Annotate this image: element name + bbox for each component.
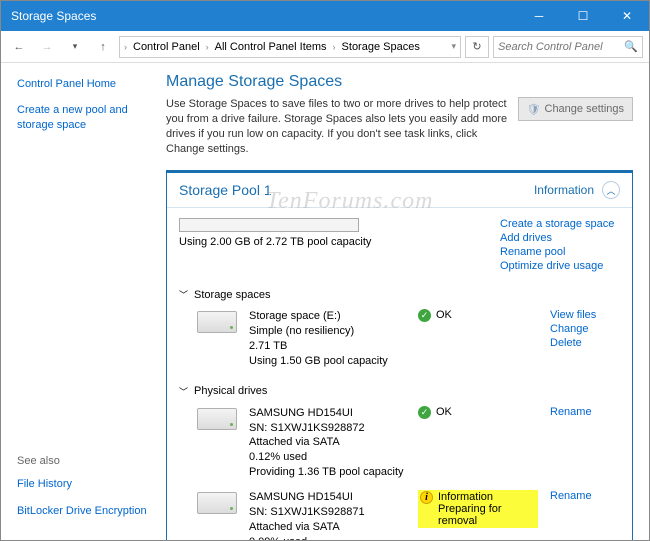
sidebar: Control Panel Home Create a new pool and… — [1, 63, 156, 540]
physical-drive-item: SAMSUNG HD154UI SN: S1XWJ1KS928871 Attac… — [179, 490, 620, 540]
recent-dropdown[interactable]: ▾ — [63, 35, 87, 59]
usage-bar — [179, 218, 359, 232]
page-heading: Manage Storage Spaces — [166, 73, 633, 91]
drive-icon — [197, 492, 237, 514]
pool-box: Storage Pool 1 Information ︿ Using 2.00 … — [166, 170, 633, 540]
bc-storage-spaces[interactable]: Storage Spaces — [338, 39, 424, 55]
breadcrumb[interactable]: › Control Panel › All Control Panel Item… — [119, 36, 461, 58]
navbar: ← → ▾ ↑ › Control Panel › All Control Pa… — [1, 31, 649, 63]
chevron-down-icon: ﹀ — [179, 385, 188, 398]
drive-icon — [197, 311, 237, 333]
forward-button: → — [35, 35, 59, 59]
info-icon: i — [420, 491, 433, 504]
drive-icon — [197, 408, 237, 430]
window-title: Storage Spaces — [1, 9, 517, 23]
pool-links: Create a storage space Add drives Rename… — [500, 218, 620, 272]
sidebar-seealso-label: See also — [17, 455, 156, 467]
collapse-icon[interactable]: ︿ — [602, 181, 620, 199]
create-space-link[interactable]: Create a storage space — [500, 218, 620, 230]
refresh-button[interactable]: ↻ — [465, 36, 489, 58]
maximize-button[interactable]: ☐ — [561, 1, 605, 31]
page-description: Use Storage Spaces to save files to two … — [166, 97, 510, 156]
bc-all-items[interactable]: All Control Panel Items — [211, 39, 331, 55]
bc-control-panel[interactable]: Control Panel — [129, 39, 204, 55]
storage-space-item: Storage space (E:) Simple (no resiliency… — [179, 309, 620, 368]
optimize-link[interactable]: Optimize drive usage — [500, 260, 620, 272]
titlebar[interactable]: Storage Spaces ─ ☐ ✕ — [1, 1, 649, 31]
shield-icon: 🛡 — [527, 103, 541, 116]
back-button[interactable]: ← — [7, 35, 31, 59]
main-content: Manage Storage Spaces Use Storage Spaces… — [156, 63, 649, 540]
section-storage-spaces[interactable]: ﹀ Storage spaces — [179, 288, 620, 301]
sidebar-create-pool[interactable]: Create a new pool and storage space — [17, 103, 156, 132]
minimize-button[interactable]: ─ — [517, 1, 561, 31]
add-drives-link[interactable]: Add drives — [500, 232, 620, 244]
info-highlight: i Information Preparing for removal — [418, 490, 538, 528]
close-button[interactable]: ✕ — [605, 1, 649, 31]
delete-link[interactable]: Delete — [550, 337, 620, 349]
section-physical-drives[interactable]: ﹀ Physical drives — [179, 385, 620, 398]
ok-icon: ✓ — [418, 406, 431, 419]
search-input[interactable] — [498, 41, 620, 53]
sidebar-bitlocker[interactable]: BitLocker Drive Encryption — [17, 504, 156, 518]
pool-name: Storage Pool 1 — [179, 182, 534, 198]
change-link[interactable]: Change — [550, 323, 620, 335]
search-icon: 🔍 — [624, 40, 638, 53]
bc-dropdown-icon[interactable]: ▾ — [451, 41, 456, 52]
chevron-down-icon: ﹀ — [179, 288, 188, 301]
pool-info-link[interactable]: Information — [534, 183, 594, 197]
pool-header: Storage Pool 1 Information ︿ — [167, 173, 632, 208]
change-settings-button[interactable]: 🛡 Change settings — [518, 97, 633, 121]
search-box[interactable]: 🔍 — [493, 36, 643, 58]
rename-pool-link[interactable]: Rename pool — [500, 246, 620, 258]
rename-drive-link[interactable]: Rename — [550, 490, 620, 502]
usage-text: Using 2.00 GB of 2.72 TB pool capacity — [179, 236, 486, 248]
sidebar-home[interactable]: Control Panel Home — [17, 77, 156, 91]
view-files-link[interactable]: View files — [550, 309, 620, 321]
sidebar-file-history[interactable]: File History — [17, 477, 156, 491]
rename-drive-link[interactable]: Rename — [550, 406, 620, 418]
up-button[interactable]: ↑ — [91, 35, 115, 59]
ok-icon: ✓ — [418, 309, 431, 322]
physical-drive-item: SAMSUNG HD154UI SN: S1XWJ1KS928872 Attac… — [179, 406, 620, 480]
